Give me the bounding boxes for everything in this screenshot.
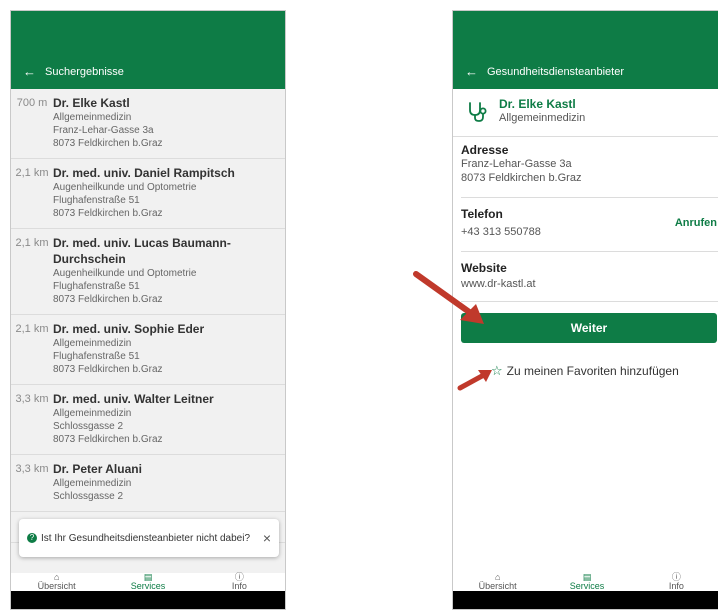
- divider: [461, 251, 718, 252]
- provider-name: Dr. med. univ. Lucas Baumann-Durchschein: [53, 236, 231, 266]
- result-detail-line: Flughafenstraße 51: [53, 281, 140, 292]
- missing-provider-toast[interactable]: ? Ist Ihr Gesundheitsdiensteanbieter nic…: [19, 519, 279, 557]
- tab-overview[interactable]: ⌂ Übersicht: [453, 573, 542, 591]
- bottom-navigation: ⌂ Übersicht ▤ Services ⓘ Info: [11, 573, 285, 591]
- address-line-2: 8073 Feldkirchen b.Graz: [461, 172, 582, 184]
- provider-name: Dr. Peter Aluani: [53, 462, 142, 476]
- distance-label: 3,3 km: [15, 393, 49, 405]
- result-info: Dr. Elke Kastl Allgemeinmedizin Franz-Leha…: [53, 95, 285, 150]
- result-detail-line: 8073 Feldkirchen b.Graz: [53, 294, 163, 305]
- tab-services[interactable]: ▤ Services: [102, 573, 193, 591]
- bottom-navigation: ⌂ Übersicht ▤ Services ⓘ Info: [453, 573, 718, 591]
- list-item[interactable]: 3,3 km Dr. med. univ. Walter Leitner Allge…: [11, 385, 285, 455]
- tab-services[interactable]: ▤ Services: [542, 573, 631, 591]
- provider-name: Dr. med. univ. Daniel Rampitsch: [53, 166, 235, 180]
- distance-label: 3,3 km: [15, 463, 49, 475]
- provider-name: Dr. med. univ. Walter Leitner: [53, 392, 214, 406]
- provider-header: Dr. Elke Kastl Allgemeinmedizin: [453, 89, 718, 137]
- distance-label: 2,1 km: [15, 323, 49, 335]
- page-title: Gesundheitsdiensteanbieter: [487, 66, 624, 78]
- system-bar: [11, 591, 285, 609]
- list-item[interactable]: 3,3 km Dr. Peter Aluani Allgemeinmedizin Sc…: [11, 455, 285, 512]
- app-bar: ← Suchergebnisse: [11, 11, 285, 89]
- list-item[interactable]: 2,1 km Dr. med. univ. Lucas Baumann-Durch…: [11, 229, 285, 315]
- result-info: Dr. Peter Aluani Allgemeinmedizin Schlossg…: [53, 461, 285, 503]
- tab-overview[interactable]: ⌂ Übersicht: [11, 573, 102, 591]
- page-title: Suchergebnisse: [45, 66, 124, 78]
- tab-label: Info: [231, 581, 247, 591]
- toast-text: Ist Ihr Gesundheitsdiensteanbieter nicht…: [41, 532, 251, 544]
- provider-name: Dr. Elke Kastl: [53, 96, 130, 110]
- distance-label: 2,1 km: [15, 237, 49, 249]
- result-detail-line: Augenheilkunde und Optometrie: [53, 182, 197, 193]
- distance-label: 2,1 km: [15, 167, 49, 179]
- result-detail-line: Allgemeinmedizin: [53, 338, 132, 349]
- result-detail-line: Augenheilkunde und Optometrie: [53, 268, 197, 279]
- address-line-1: Franz-Lehar-Gasse 3a: [461, 158, 572, 170]
- tab-label: Info: [668, 581, 684, 591]
- list-item[interactable]: 2,1 km Dr. med. univ. Sophie Eder Allgemei…: [11, 315, 285, 385]
- provider-name: Dr. Elke Kastl: [499, 97, 576, 111]
- address-label: Adresse: [461, 143, 509, 157]
- close-icon[interactable]: ×: [263, 530, 271, 546]
- system-bar: [453, 591, 718, 609]
- divider: [461, 197, 718, 198]
- distance-label: 700 m: [16, 97, 48, 109]
- provider-specialty: Allgemeinmedizin: [499, 112, 586, 124]
- favorite-label: Zu meinen Favoriten hinzufügen: [506, 364, 679, 378]
- tab-info[interactable]: ⓘ Info: [194, 573, 285, 591]
- results-list[interactable]: 700 m Dr. Elke Kastl Allgemeinmedizin Franz…: [11, 89, 285, 573]
- help-icon: ?: [27, 533, 37, 543]
- result-detail-line: 8073 Feldkirchen b.Graz: [53, 138, 163, 149]
- annotation-arrow-icon: [413, 271, 484, 324]
- result-info: Dr. med. univ. Lucas Baumann-Durchschein…: [53, 235, 285, 306]
- result-detail-line: Flughafenstraße 51: [53, 351, 140, 362]
- result-info: Dr. med. univ. Daniel Rampitsch Augenheil…: [53, 165, 285, 220]
- stethoscope-icon: [469, 102, 487, 122]
- address-section: Adresse Franz-Lehar-Gasse 3a 8073 Feldki…: [461, 143, 718, 185]
- result-detail-line: Allgemeinmedizin: [53, 478, 132, 489]
- tab-info[interactable]: ⓘ Info: [632, 573, 718, 591]
- result-info: Dr. med. univ. Walter Leitner Allgemeinme…: [53, 391, 285, 446]
- list-item[interactable]: 2,1 km Dr. med. univ. Daniel Rampitsch Aug…: [11, 159, 285, 229]
- result-detail-line: 8073 Feldkirchen b.Graz: [53, 364, 163, 375]
- result-detail-line: Allgemeinmedizin: [53, 112, 132, 123]
- call-button[interactable]: Anrufen: [675, 217, 717, 229]
- tab-label: Services: [569, 581, 605, 591]
- annotation-arrow-icon: [457, 370, 492, 391]
- provider-name: Dr. med. univ. Sophie Eder: [53, 322, 205, 336]
- result-detail-line: Schlossgasse 2: [53, 491, 124, 502]
- result-info: Dr. med. univ. Sophie Eder Allgemeinmediz…: [53, 321, 285, 376]
- result-detail-line: 8073 Feldkirchen b.Graz: [53, 208, 163, 219]
- app-bar: ← Gesundheitsdiensteanbieter: [453, 11, 718, 89]
- result-detail-line: Flughafenstraße 51: [53, 195, 140, 206]
- add-favorite-button[interactable]: ☆ Zu meinen Favoriten hinzufügen: [491, 363, 679, 379]
- result-detail-line: 8073 Feldkirchen b.Graz: [53, 434, 163, 445]
- tab-label: Übersicht: [37, 581, 76, 591]
- search-results-screen: ← Suchergebnisse 700 m Dr. Elke Kastl Allg…: [10, 10, 286, 610]
- back-arrow-icon[interactable]: ←: [23, 65, 36, 79]
- result-detail-line: Allgemeinmedizin: [53, 408, 132, 419]
- tab-label: Services: [130, 581, 166, 591]
- tab-label: Übersicht: [478, 581, 517, 591]
- back-arrow-icon[interactable]: ←: [465, 65, 478, 79]
- result-detail-line: Franz-Lehar-Gasse 3a: [53, 125, 154, 136]
- list-item[interactable]: 700 m Dr. Elke Kastl Allgemeinmedizin Franz…: [11, 89, 285, 159]
- result-detail-line: Schlossgasse 2: [53, 421, 124, 432]
